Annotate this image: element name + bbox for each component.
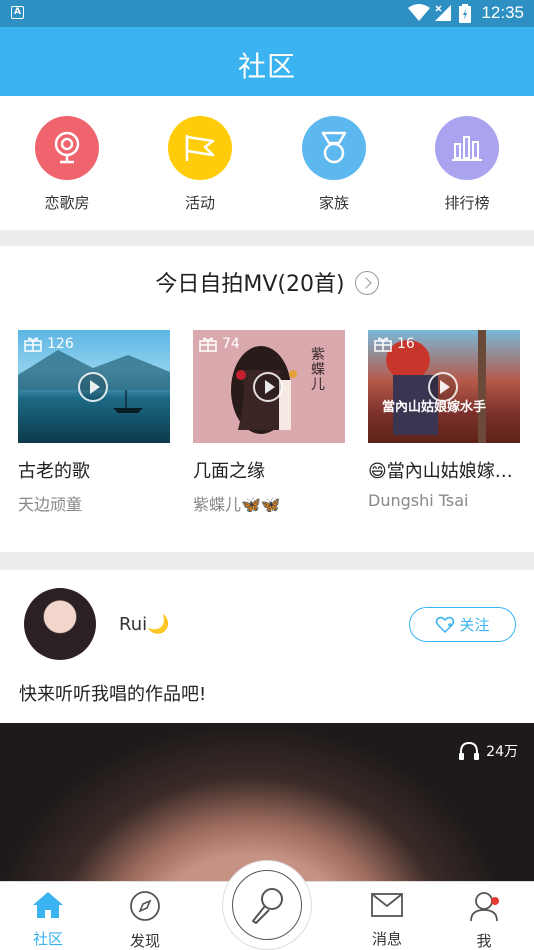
quick-link-love-song-room[interactable]: 恋歌房 [22,116,112,213]
webcam-icon [35,116,99,180]
gift-count-badge: 74 [199,336,240,352]
tab-me[interactable]: 我 [449,890,519,950]
gift-count-badge: 16 [374,336,415,352]
selfie-mv-section: 今日自拍MV(20首) 126 古老的歌 天边顽童 74 紫蝶儿 几面之缘 紫蝶… [0,246,534,552]
gift-icon [199,337,217,352]
page-title: 社区 [237,50,296,83]
gift-icon [24,337,42,352]
mv-section-title: 今日自拍MV(20首) [155,272,345,297]
flag-icon [168,116,232,180]
battery-icon [459,4,471,23]
gift-count: 74 [222,336,240,352]
user-icon [470,892,498,922]
feed-post: Rui🌙 关注 快来听听我唱的作品吧! 24万 [0,570,534,881]
post-username[interactable]: Rui🌙 [119,614,170,635]
quick-link-rankings[interactable]: 排行榜 [422,116,512,213]
post-image[interactable]: 24万 [0,723,534,881]
heart-plus-icon [436,616,455,633]
quick-links: 恋歌房 活动 家族 排行榜 [0,96,534,230]
home-icon [33,892,63,918]
tab-label: 社区 [32,930,63,948]
mv-thumbnail: 126 [18,330,170,443]
bar-chart-icon [435,116,499,180]
play-icon[interactable] [428,372,458,402]
signal-icon [435,5,451,21]
sing-button[interactable] [222,860,312,950]
mv-artist: Dungshi Tsai [368,491,469,510]
tab-community[interactable]: 社区 [13,890,83,949]
tab-label: 发现 [129,932,160,950]
clock: 12:35 [481,3,524,22]
mv-thumbnail: 16 當內山姑娘嫁水手 [368,330,520,443]
quick-link-label: 排行榜 [444,194,490,212]
wifi-icon [408,4,430,21]
tab-label: 消息 [371,930,402,948]
quick-link-family[interactable]: 家族 [289,116,379,213]
gift-count-badge: 126 [24,336,74,352]
tab-messages[interactable]: 消息 [352,890,422,949]
thumbnail-text: 紫蝶儿 [311,347,325,393]
gift-count: 16 [397,336,415,352]
mail-icon [371,893,403,917]
post-text: 快来听听我唱的作品吧! [19,684,207,705]
play-count-value: 24万 [486,744,518,760]
status-bar: A 12:35 [0,0,534,27]
bottom-tab-bar: 社区 发现 消息 我 [0,860,534,950]
microphone-icon [232,870,302,940]
gift-count: 126 [47,336,74,352]
play-icon[interactable] [253,372,283,402]
quick-link-label: 活动 [184,194,215,212]
tab-discover[interactable]: 发现 [110,890,180,950]
mv-artist: 紫蝶儿🦋🦋 [193,495,281,514]
mv-title: 古老的歌 [18,461,90,482]
quick-link-activities[interactable]: 活动 [155,116,245,213]
follow-label: 关注 [459,616,490,634]
mv-card[interactable]: 74 紫蝶儿 几面之缘 紫蝶儿🦋🦋 [193,330,345,515]
play-count: 24万 [458,741,518,761]
quick-link-label: 家族 [318,194,349,212]
chevron-right-icon [354,271,379,295]
mv-thumbnail: 74 紫蝶儿 [193,330,345,443]
quick-link-label: 恋歌房 [44,194,90,212]
headphones-icon [459,741,480,760]
mv-card[interactable]: 126 古老的歌 天边顽童 [18,330,170,515]
tab-label: 我 [476,932,492,950]
gift-icon [374,337,392,352]
notification-dot [491,897,499,905]
compass-icon [130,891,160,921]
mv-title: 😄當內山姑娘嫁… [368,461,513,482]
medal-icon [302,116,366,180]
mv-section-header[interactable]: 今日自拍MV(20首) [0,266,534,298]
avatar[interactable] [24,588,96,660]
mv-artist: 天边顽童 [18,495,83,514]
play-icon[interactable] [78,372,108,402]
mv-title: 几面之缘 [193,461,265,482]
follow-button[interactable]: 关注 [409,607,516,642]
app-notification-icon: A [11,6,24,19]
app-bar: 社区 [0,27,534,96]
mv-card[interactable]: 16 當內山姑娘嫁水手 😄當內山姑娘嫁… Dungshi Tsai [368,330,520,510]
